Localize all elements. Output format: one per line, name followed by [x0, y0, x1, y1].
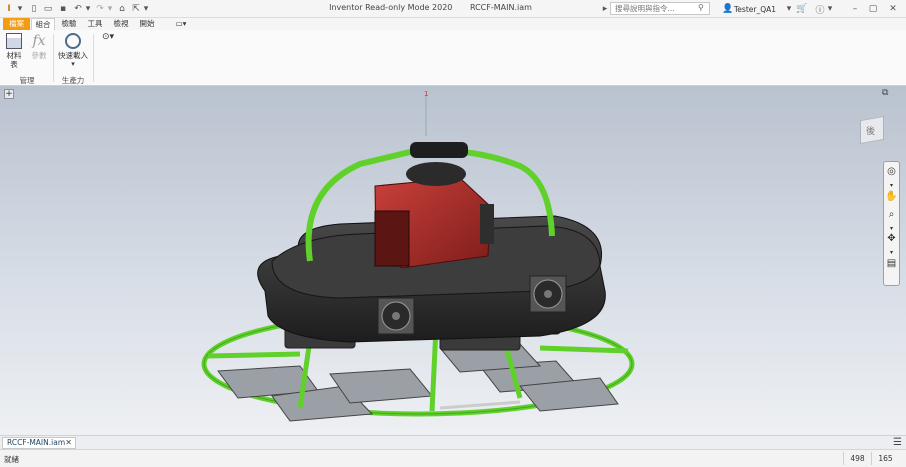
undo-icon[interactable]: ↶ — [72, 2, 84, 16]
close-icon[interactable]: ✕ — [886, 2, 900, 16]
inventor-logo-icon[interactable]: I — [3, 2, 15, 16]
ribbon-separator — [93, 34, 94, 82]
ribbon-panel: 材料表 fx 參數 管理 快速載入 ▾ 生產力 ⊙▾ — [0, 30, 906, 86]
handle-grip[interactable] — [410, 142, 468, 158]
fan-right — [529, 275, 567, 313]
graphics-viewport[interactable]: + ⧉ 1 後 ◎ ▾ ✋ ⌕ ▾ ✥ ▾ ▤ — [0, 86, 906, 435]
doc-title: RCCF-MAIN.iam — [469, 3, 532, 12]
panel-options-icon[interactable]: ⊙▾ — [98, 33, 118, 42]
engine-side — [374, 210, 410, 267]
quick-load-label: 快速載入 — [58, 51, 88, 60]
bom-icon — [6, 33, 22, 49]
minimize-icon[interactable]: – — [848, 2, 862, 16]
parameters-button[interactable]: fx 參數 — [30, 33, 48, 60]
productivity-group-label: 生產力 — [61, 76, 85, 85]
select-dropdown-icon[interactable]: ▾ — [142, 2, 150, 16]
viewcube-face: 後 — [866, 127, 876, 137]
inventor-window: I ▾ ▯ ▭ ▪ ↶ ▾ ↷ ▾ ⌂ ⇱ ▾ Inventor Read-on… — [0, 0, 906, 467]
app-title: Inventor Read-only Mode 2020 — [329, 3, 453, 12]
navigation-bar: ◎ ▾ ✋ ⌕ ▾ ✥ ▾ ▤ — [883, 161, 900, 286]
bom-label: 材料表 — [6, 51, 22, 69]
orbit-icon[interactable]: ✥ — [885, 232, 898, 245]
search-toggle-icon[interactable]: ▸ — [601, 2, 609, 16]
title-bar: I ▾ ▯ ▭ ▪ ↶ ▾ ↷ ▾ ⌂ ⇱ ▾ Inventor Read-on… — [0, 0, 906, 18]
pan-icon[interactable]: ✋ — [885, 190, 898, 203]
quick-load-button[interactable]: 快速載入 ▾ — [57, 33, 89, 69]
steering-wheel-icon[interactable]: ◎ — [885, 165, 898, 178]
document-tab-bar: RCCF-MAIN.iam ✕ ☰ — [0, 435, 906, 449]
document-tab-label: RCCF-MAIN.iam — [7, 438, 66, 447]
user-name[interactable]: Tester_QA1 — [734, 2, 782, 16]
tab-inspect[interactable]: 檢驗 — [57, 18, 81, 30]
engine-bracket — [480, 204, 494, 244]
parameters-label: 參數 — [31, 51, 47, 60]
tab-tools[interactable]: 工具 — [83, 18, 107, 30]
open-folder-icon[interactable]: ▭ — [42, 2, 54, 16]
axis-marker-icon: 1 — [424, 90, 428, 98]
tab-assemble[interactable]: 組合 — [31, 18, 55, 30]
ribbon-tabs: 檔案 組合 檢驗 工具 檢視 開始 ▭▾ — [0, 18, 906, 30]
tab-view[interactable]: 檢視 — [109, 18, 133, 30]
help-dropdown-icon[interactable]: ▾ — [826, 2, 834, 16]
search-input[interactable] — [610, 2, 710, 15]
status-text: 就緒 — [4, 455, 19, 464]
quick-load-icon — [65, 33, 81, 49]
document-tab[interactable]: RCCF-MAIN.iam ✕ — [2, 437, 76, 449]
search-icon[interactable]: ⚲ — [698, 3, 704, 12]
fx-icon: fx — [32, 33, 46, 49]
user-dropdown-icon[interactable]: ▾ — [785, 2, 793, 16]
undo-dropdown-icon[interactable]: ▾ — [84, 2, 92, 16]
zoom-icon[interactable]: ⌕ — [885, 208, 898, 221]
restore-icon[interactable]: ▢ — [866, 2, 880, 16]
status-bar: 就緒 498 165 — [0, 449, 906, 467]
cart-icon[interactable]: 🛒 — [796, 2, 808, 16]
quick-load-dropdown-icon: ▾ — [71, 60, 75, 68]
redo-icon[interactable]: ↷ — [94, 2, 106, 16]
new-file-icon[interactable]: ▯ — [28, 2, 40, 16]
redo-dropdown-icon[interactable]: ▾ — [106, 2, 114, 16]
manage-group-label: 管理 — [19, 76, 35, 85]
open-docs-count: 165 — [871, 452, 899, 465]
help-icon[interactable]: ⓘ — [814, 2, 826, 16]
close-tab-icon[interactable]: ✕ — [65, 438, 72, 448]
save-icon[interactable]: ▪ — [57, 2, 69, 16]
user-icon[interactable]: 👤 — [722, 2, 734, 16]
panel-toggle-icon[interactable]: ▭▾ — [172, 18, 190, 30]
model-view[interactable]: 1 — [0, 86, 906, 435]
viewcube[interactable]: 後 — [856, 114, 888, 146]
bom-button[interactable]: 材料表 — [4, 33, 24, 69]
qat-dropdown-icon[interactable]: ▾ — [16, 2, 24, 16]
look-at-icon[interactable]: ▤ — [885, 257, 898, 270]
tab-menu-icon[interactable]: ☰ — [893, 437, 902, 448]
ribbon-separator — [53, 34, 54, 82]
tab-file[interactable]: 檔案 — [3, 18, 30, 30]
occurrence-count: 498 — [843, 452, 871, 465]
home-icon[interactable]: ⌂ — [116, 2, 128, 16]
fan-left — [377, 297, 415, 335]
engine-top — [406, 162, 466, 186]
select-icon[interactable]: ⇱ — [130, 2, 142, 16]
tab-start[interactable]: 開始 — [135, 18, 159, 30]
